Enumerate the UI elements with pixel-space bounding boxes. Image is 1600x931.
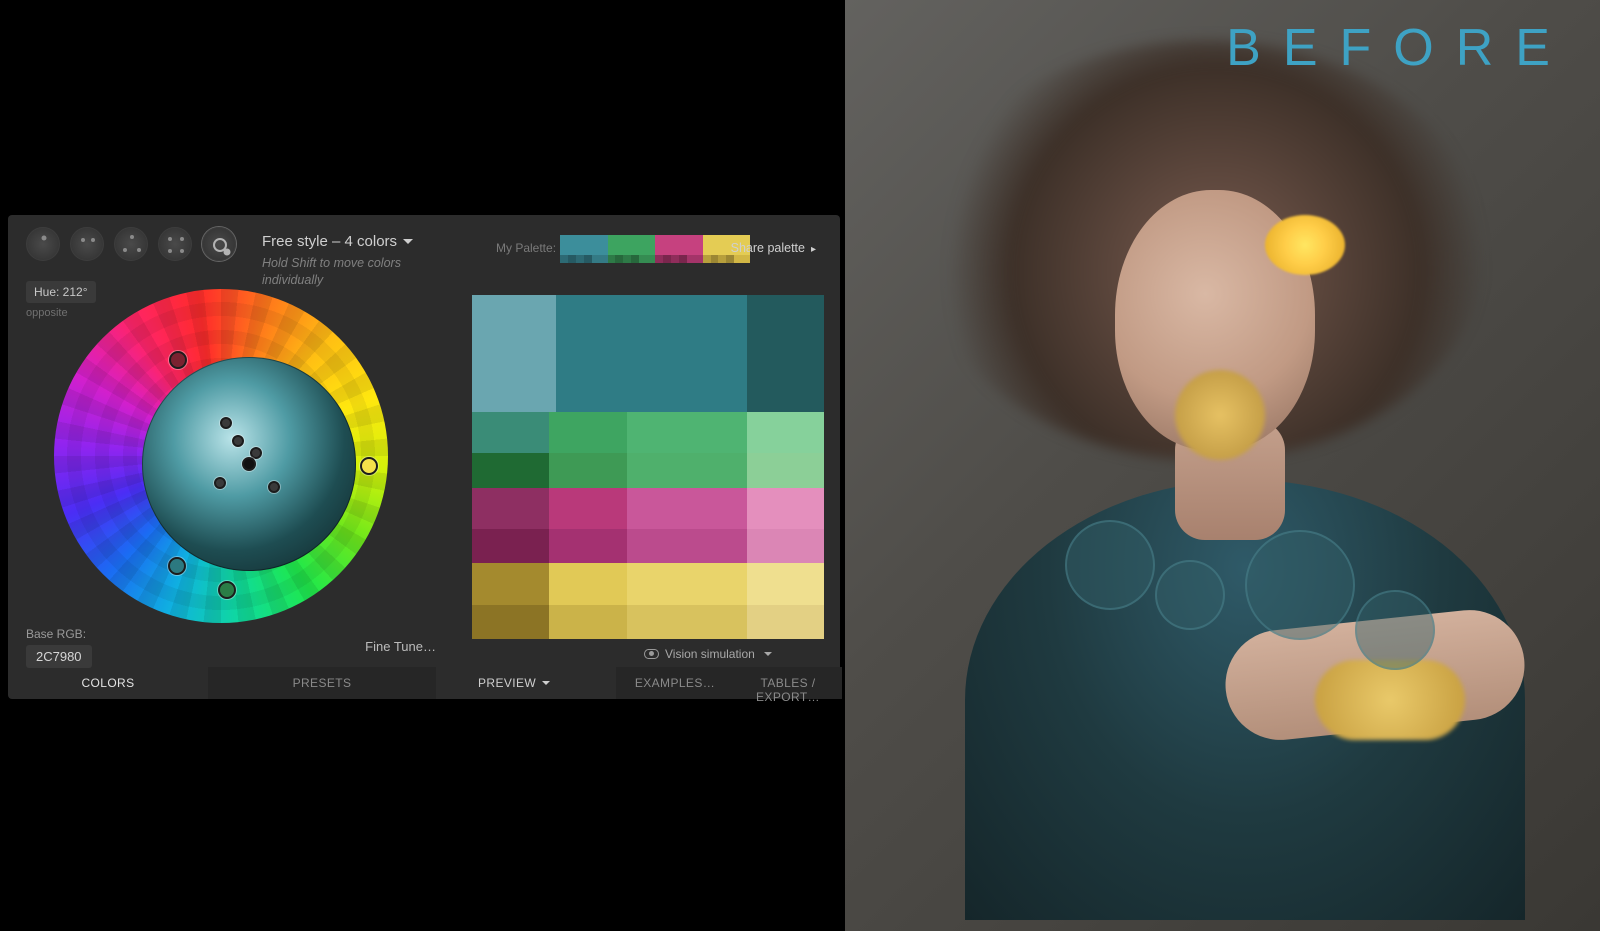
swatch[interactable] [556, 295, 746, 412]
mode-label: Free style – 4 colors [262, 233, 397, 250]
dress-scale [1155, 560, 1225, 630]
swatch[interactable] [627, 453, 747, 487]
grid-row [472, 605, 824, 639]
dropdown-caret-icon [403, 239, 413, 249]
swatch[interactable] [472, 563, 549, 604]
vision-simulation-dropdown[interactable]: Vision simulation [644, 647, 772, 661]
swatch[interactable] [472, 295, 556, 412]
red-marker[interactable] [169, 351, 187, 369]
swatch[interactable] [627, 605, 747, 639]
swatch[interactable] [627, 563, 747, 604]
grid-row [472, 529, 824, 563]
inner-dot[interactable] [214, 477, 226, 489]
swatch[interactable] [747, 488, 824, 529]
mode-dropdown[interactable]: Free style – 4 colors [262, 233, 413, 250]
grid-row [472, 563, 824, 604]
harmony-mono-icon[interactable] [26, 227, 60, 261]
grid-row [472, 488, 824, 529]
swatch[interactable] [549, 453, 626, 487]
color-tool-panel: Free style – 4 colors Hold Shift to move… [8, 215, 840, 699]
yellow-marker[interactable] [360, 457, 378, 475]
dress-scale [1245, 530, 1355, 640]
my-palette-label: My Palette: [496, 241, 556, 255]
reference-photo: BEFORE [845, 0, 1600, 931]
swatch[interactable] [747, 605, 824, 639]
inner-dot[interactable] [268, 481, 280, 493]
swatch[interactable] [627, 412, 747, 453]
inner-dot[interactable] [232, 435, 244, 447]
swatch[interactable] [627, 529, 747, 563]
swatch[interactable] [747, 295, 824, 412]
base-rgb-value[interactable]: 2C7980 [26, 645, 92, 668]
grid-row [472, 295, 824, 412]
swatch[interactable] [549, 563, 626, 604]
tool-header: Free style – 4 colors Hold Shift to move… [26, 227, 828, 277]
chevron-right-icon: ▸ [811, 244, 816, 255]
dress-scale [1355, 590, 1435, 670]
harmony-tetrad-icon[interactable] [158, 227, 192, 261]
swatch[interactable] [747, 453, 824, 487]
before-label: BEFORE [1226, 18, 1572, 78]
hue-readout[interactable]: Hue: 212° [26, 281, 96, 303]
swatch[interactable] [627, 488, 747, 529]
preview-label: PREVIEW [478, 676, 536, 690]
swatch[interactable] [747, 412, 824, 453]
gold-accent-neck [1175, 370, 1265, 460]
teal-marker[interactable] [168, 557, 186, 575]
my-palette-pixels [560, 255, 750, 263]
swatch[interactable] [472, 412, 549, 453]
swatch[interactable] [549, 412, 626, 453]
share-label: Share palette [731, 241, 805, 255]
color-wheel-area: Hue: 212° opposite Base RGB: 2C7980 Fine… [26, 281, 436, 681]
eye-icon [644, 649, 659, 659]
dress-scale [1065, 520, 1155, 610]
base-rgb-label: Base RGB: [26, 627, 86, 641]
green-marker[interactable] [218, 581, 236, 599]
tab-export[interactable]: TABLES / EXPORT… [734, 667, 842, 699]
swatch[interactable] [549, 605, 626, 639]
swatch[interactable] [549, 488, 626, 529]
color-wheel[interactable] [54, 289, 388, 623]
opposite-label[interactable]: opposite [26, 307, 68, 319]
tab-preview[interactable]: PREVIEW [436, 667, 616, 699]
harmony-analogous-icon[interactable] [70, 227, 104, 261]
share-palette-button[interactable]: Share palette ▸ [731, 241, 816, 255]
grid-row [472, 453, 824, 487]
inner-dot[interactable] [220, 417, 232, 429]
swatch[interactable] [472, 605, 549, 639]
tab-presets[interactable]: PRESETS [208, 667, 436, 699]
tab-examples[interactable]: EXAMPLES… [616, 667, 734, 699]
swatch[interactable] [549, 529, 626, 563]
swatch[interactable] [472, 488, 549, 529]
harmony-triad-icon[interactable] [114, 227, 148, 261]
fine-tune-button[interactable]: Fine Tune… [365, 639, 436, 654]
palette-grid [472, 295, 824, 639]
swatch[interactable] [747, 529, 824, 563]
wheel-center[interactable] [242, 457, 256, 471]
harmony-freestyle-icon[interactable] [202, 227, 236, 261]
swatch[interactable] [472, 529, 549, 563]
app-stage: BEFORE Free style – 4 colors Hold Shift … [0, 0, 1600, 931]
swatch[interactable] [747, 563, 824, 604]
bottom-tabs: COLORS PRESETS PREVIEW EXAMPLES… TABLES … [8, 667, 840, 699]
swatch[interactable] [472, 453, 549, 487]
dropdown-caret-icon [764, 652, 772, 660]
tab-colors[interactable]: COLORS [8, 667, 208, 699]
dropdown-caret-icon [542, 681, 550, 689]
gold-accent-hand [1315, 660, 1465, 740]
vision-label: Vision simulation [665, 647, 755, 661]
gold-accent-eye [1265, 215, 1345, 275]
grid-row [472, 412, 824, 453]
